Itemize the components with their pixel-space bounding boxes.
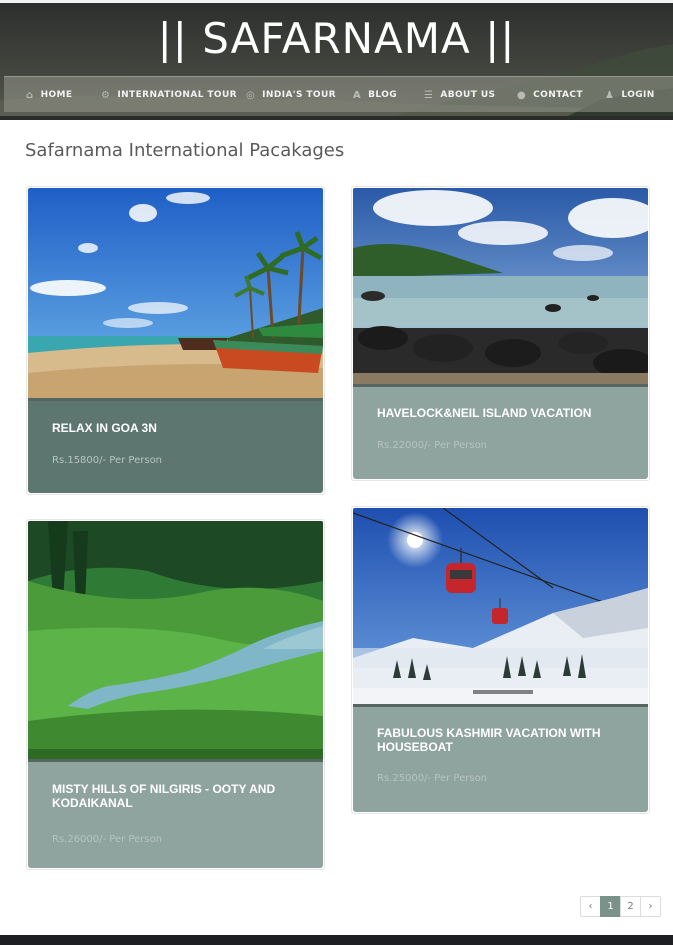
nav-contact[interactable]: ● CONTACT <box>517 77 583 113</box>
nav-blog[interactable]: A BLOG <box>353 77 397 113</box>
package-card-havelock-body: HAVELOCK&NEIL ISLAND VACATION Rs.22000/-… <box>353 387 648 479</box>
nav-about-us[interactable]: ☰ ABOUT US <box>424 77 495 113</box>
nav-login[interactable]: ♟ LOGIN <box>605 77 655 113</box>
site-header: || SAFARNAMA || ⌂ HOME ⚙ INTERNATIONAL T… <box>0 0 673 120</box>
pagination-page-1[interactable]: 1 <box>600 896 621 917</box>
list-icon: ☰ <box>424 89 434 101</box>
section-title: Safarnama International Pacakages <box>25 140 345 161</box>
font-icon: A <box>353 89 362 101</box>
nav-login-label: LOGIN <box>621 90 655 100</box>
package-price: Rs.25000/- Per Person <box>377 773 488 784</box>
package-card-goa[interactable]: RELAX IN GOA 3N Rs.15800/- Per Person <box>26 186 325 495</box>
package-title: FABULOUS KASHMIR VACATION WITH HOUSEBOAT <box>377 726 601 754</box>
package-title: RELAX IN GOA 3N <box>52 421 157 435</box>
nav-blog-label: BLOG <box>368 90 398 100</box>
package-title: HAVELOCK&NEIL ISLAND VACATION <box>377 406 592 420</box>
nav-indias-tour-label: INDIA'S TOUR <box>262 90 337 100</box>
package-card-kashmir[interactable]: FABULOUS KASHMIR VACATION WITH HOUSEBOAT… <box>351 506 650 814</box>
package-price: Rs.22000/- Per Person <box>377 440 488 451</box>
nav-home[interactable]: ⌂ HOME <box>26 77 72 113</box>
nav-home-label: HOME <box>40 90 73 100</box>
nav-about-us-label: ABOUT US <box>440 90 496 100</box>
globe-icon: ◎ <box>246 89 256 101</box>
package-card-havelock[interactable]: HAVELOCK&NEIL ISLAND VACATION Rs.22000/-… <box>351 186 650 481</box>
pagination: ‹ 1 2 › <box>580 896 661 917</box>
kashmir-gondola-image <box>353 508 648 704</box>
goa-beach-image <box>28 188 323 398</box>
footer-bar <box>0 935 673 945</box>
home-icon: ⌂ <box>26 89 34 101</box>
package-price: Rs.26000/- Per Person <box>52 834 163 845</box>
havelock-beach-image <box>353 188 648 384</box>
nav-indias-tour[interactable]: ◎ INDIA'S TOUR <box>246 77 336 113</box>
package-card-ooty-body: MISTY HILLS OF NILGIRIS - OOTY AND KODAI… <box>28 762 323 868</box>
chat-icon: ● <box>517 89 527 101</box>
package-title: MISTY HILLS OF NILGIRIS - OOTY AND KODAI… <box>52 782 276 810</box>
package-card-kashmir-body: FABULOUS KASHMIR VACATION WITH HOUSEBOAT… <box>353 707 648 812</box>
gears-icon: ⚙ <box>101 89 111 101</box>
ooty-hills-image <box>28 521 323 759</box>
nav-international-tour-label: INTERNATIONAL TOUR <box>117 90 238 100</box>
nav-contact-label: CONTACT <box>533 90 583 100</box>
pagination-page-2[interactable]: 2 <box>620 896 641 917</box>
package-card-goa-body: RELAX IN GOA 3N Rs.15800/- Per Person <box>28 401 323 493</box>
package-card-ooty[interactable]: MISTY HILLS OF NILGIRIS - OOTY AND KODAI… <box>26 519 325 870</box>
pagination-prev[interactable]: ‹ <box>580 896 601 917</box>
user-icon: ♟ <box>605 89 615 101</box>
nav-international-tour[interactable]: ⚙ INTERNATIONAL TOUR <box>101 77 237 113</box>
pagination-next[interactable]: › <box>640 896 661 917</box>
main-navbar: ⌂ HOME ⚙ INTERNATIONAL TOUR ◎ INDIA'S TO… <box>4 76 673 112</box>
site-title: || SAFARNAMA || <box>157 14 516 63</box>
package-price: Rs.15800/- Per Person <box>52 455 163 466</box>
